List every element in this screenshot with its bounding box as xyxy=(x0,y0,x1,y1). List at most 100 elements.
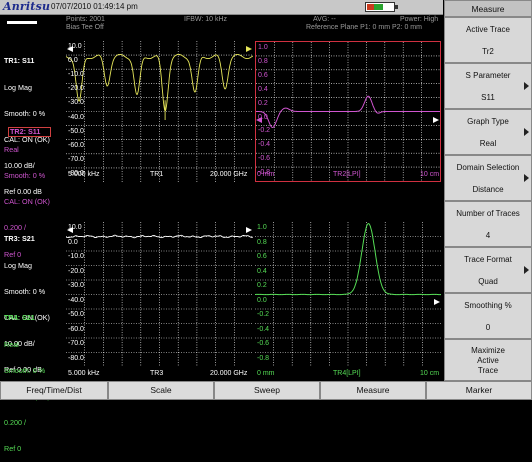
softkey-menu-title: Measure xyxy=(444,0,532,17)
y-tick-label: 0.0 xyxy=(68,57,78,65)
y-tick-label: -0.2 xyxy=(258,127,271,135)
softkey-value: Distance xyxy=(472,184,504,194)
trace-info-tr4[interactable]: TR4: S21 Real Smooth: 0 % CAL: ON (OK) 0… xyxy=(4,297,50,462)
softkey-value: 0 xyxy=(485,322,491,332)
trace-line: Real xyxy=(4,339,19,349)
plot-tr2-xlabel: TR2[LPI] xyxy=(333,171,361,178)
plot-tr4-svg xyxy=(255,222,441,367)
datetime: 07/07/2010 01:49:14 pm xyxy=(51,2,138,11)
trace-line xyxy=(255,223,441,296)
trace-line: Smooth: 0 % xyxy=(4,365,46,375)
y-tick-label: -70.0 xyxy=(68,340,84,347)
submenu-arrow-icon xyxy=(524,266,529,274)
y-tick-label: -30.0 xyxy=(68,99,84,107)
ref-marker-right xyxy=(246,227,252,233)
reference-plane-info: Reference Plane P1: 0 mm P2: 0 mm xyxy=(306,24,422,31)
domain-selection-button[interactable]: Domain Selection Distance xyxy=(444,155,532,201)
y-tick-label: 0.2 xyxy=(257,282,267,289)
y-tick-label: 1.0 xyxy=(257,224,267,231)
plot-tr1-xstart: 5.000 kHz xyxy=(68,171,100,178)
y-tick-label: -40.0 xyxy=(68,113,84,121)
softkey-label: Smoothing % xyxy=(464,300,512,310)
measure-menu-button[interactable]: Measure xyxy=(320,381,426,400)
softkey-value: Tr2 xyxy=(482,46,494,56)
plot-tr4[interactable]: 1.0 0.8 0.6 0.4 0.2 0.0 -0.2 -0.4 -0.6 -0.8 xyxy=(255,222,441,367)
y-tick-label: -70.0 xyxy=(68,155,84,163)
ref-marker-right xyxy=(246,46,252,52)
softkey-label: Number of Traces xyxy=(456,208,520,218)
y-tick-label: 0.6 xyxy=(258,71,268,79)
submenu-arrow-icon xyxy=(524,82,529,90)
plot-tr2[interactable]: 1.0 0.8 0.6 0.4 0.2 0.0 -0.2 -0.4 -0.6 -0.8 xyxy=(255,41,441,182)
trace-line: Ref 0 xyxy=(4,443,22,453)
y-tick-label: 0.4 xyxy=(257,267,267,275)
y-tick-label: 0.0 xyxy=(258,113,268,121)
y-tick-label: -0.6 xyxy=(257,340,270,347)
y-tick-label: -40.0 xyxy=(68,296,84,304)
s-parameter-button[interactable]: S Parameter S11 xyxy=(444,63,532,109)
ifbw-info: IFBW: 10 kHz xyxy=(184,16,228,23)
softkey-value: Quad xyxy=(478,276,498,286)
plot-tr2-xend: 10 cm xyxy=(420,171,440,178)
y-tick-label: -0.8 xyxy=(257,354,270,362)
submenu-arrow-icon xyxy=(524,174,529,182)
y-tick-label: 0.8 xyxy=(258,57,268,65)
y-tick-label: 0.2 xyxy=(258,99,268,107)
plot-tr3-xlabel: TR3 xyxy=(150,370,164,377)
plot-tr3-xstart: 5.000 kHz xyxy=(68,370,100,377)
marker-menu-button[interactable]: Marker xyxy=(426,381,532,400)
y-tick-label: -0.6 xyxy=(258,155,271,163)
y-tick-label: -80.0 xyxy=(68,354,84,362)
y-tick-label: -0.2 xyxy=(257,311,270,318)
ref-marker-right xyxy=(433,117,439,123)
trace-title-tr3: TR3: S21 xyxy=(4,234,35,244)
softkey-label: Graph Type xyxy=(467,116,509,126)
scale-menu-button[interactable]: Scale xyxy=(108,381,214,400)
plot-tr3-xend: 20.000 GHz xyxy=(210,370,248,377)
trace-line: Log Mag xyxy=(4,260,32,270)
plot-tr1-svg xyxy=(66,41,253,182)
y-tick-label: 10.0 xyxy=(68,224,82,231)
softkey-value: S11 xyxy=(481,92,495,102)
trace-line xyxy=(66,53,253,120)
softkey-label: S Parameter xyxy=(465,70,511,80)
y-tick-label: -50.0 xyxy=(68,127,84,135)
battery-icon xyxy=(365,2,395,12)
avg-info: AVG: -- xyxy=(313,16,336,23)
softkey-line: Active xyxy=(477,355,499,365)
trace-title-tr4: TR4: S21 xyxy=(4,313,35,323)
smoothing-button[interactable]: Smoothing % 0 xyxy=(444,293,532,339)
plot-tr1[interactable]: 10.0 0.0 -10.0 -20.0 -30.0 -40.0 -50.0 -60.0 -70… xyxy=(66,41,253,182)
trace-title-tr1: TR1: S11 xyxy=(4,56,35,66)
plot-tr1-xlabel: TR1 xyxy=(150,171,164,178)
trace-line: 0.200 / xyxy=(4,417,26,427)
points-info: Points: 2001 xyxy=(66,16,105,23)
y-tick-label: 0.0 xyxy=(68,238,78,246)
graph-type-button[interactable]: Graph Type Real xyxy=(444,109,532,155)
y-tick-label: -0.4 xyxy=(257,325,270,333)
y-tick-label: -30.0 xyxy=(68,282,84,289)
y-tick-label: -60.0 xyxy=(68,141,84,149)
softkey-value: Real xyxy=(479,138,497,148)
trace-line: Log Mag xyxy=(4,82,32,92)
y-tick-label: -20.0 xyxy=(68,267,84,275)
trace-line: Smooth: 0 % xyxy=(4,286,46,296)
title-bar: Anritsu 07/07/2010 01:49:14 pm xyxy=(0,0,443,15)
number-of-traces-button[interactable]: Number of Traces 4 xyxy=(444,201,532,247)
plot-tr3[interactable]: 10.0 0.0 -10.0 -20.0 -30.0 -40.0 -50.0 -60.0 -70… xyxy=(66,222,253,367)
freq-time-dist-menu-button[interactable]: Freq/Time/Dist xyxy=(0,381,108,400)
y-tick-label: 0.0 xyxy=(257,296,267,304)
softkey-label: Domain Selection xyxy=(456,162,520,172)
active-trace-button[interactable]: Active Trace Tr2 xyxy=(444,17,532,63)
softkey-label: Active Trace xyxy=(465,24,510,34)
y-tick-label: -10.0 xyxy=(68,253,84,260)
y-tick-label: -60.0 xyxy=(68,325,84,333)
trace-line: CAL: ON (OK) xyxy=(4,197,50,207)
ref-marker-right xyxy=(434,299,440,305)
status-line xyxy=(7,21,37,24)
sweep-menu-button[interactable]: Sweep xyxy=(214,381,320,400)
y-tick-label: 0.4 xyxy=(258,85,268,93)
maximize-active-trace-button[interactable]: Maximize Active Trace xyxy=(444,339,532,381)
trace-format-button[interactable]: Trace Format Quad xyxy=(444,247,532,293)
battery-red-fill xyxy=(367,4,374,10)
